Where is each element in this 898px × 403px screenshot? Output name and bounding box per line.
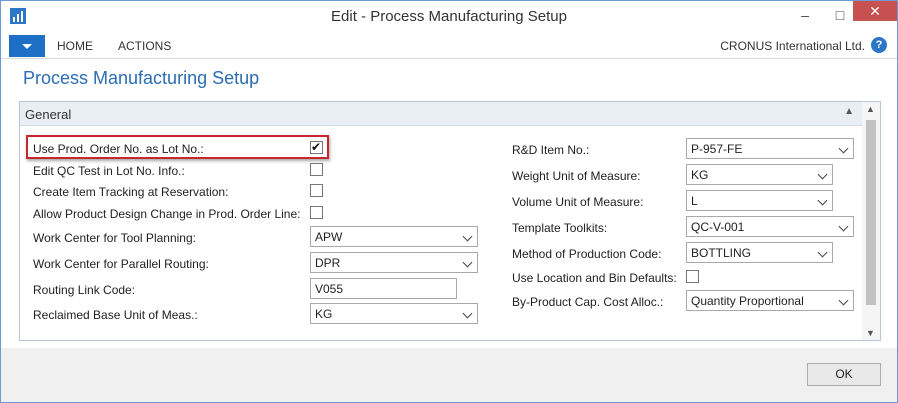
weight-uom-label: Weight Unit of Measure: <box>512 169 641 183</box>
template-toolkits-value: QC-V-001 <box>691 220 745 234</box>
chevron-down-icon <box>462 231 473 242</box>
tool-planning-value: APW <box>315 230 343 244</box>
chevron-up-icon[interactable]: ▲ <box>844 106 854 117</box>
section-header[interactable]: General ▲ <box>20 102 862 126</box>
production-method-select[interactable]: BOTTLING <box>686 242 833 263</box>
title-bar: Edit - Process Manufacturing Setup – □ ✕ <box>1 1 897 33</box>
scrollbar-thumb[interactable] <box>866 120 876 305</box>
routing-link-code-label: Routing Link Code: <box>33 283 136 297</box>
reclaimed-uom-select[interactable]: KG <box>310 303 478 324</box>
tab-home[interactable]: HOME <box>57 39 93 53</box>
close-button[interactable]: ✕ <box>853 1 897 21</box>
routing-link-code-input[interactable]: V055 <box>310 278 457 299</box>
chevron-down-icon <box>817 169 828 180</box>
volume-uom-select[interactable]: L <box>686 190 833 211</box>
maximize-button[interactable]: □ <box>827 1 853 29</box>
chevron-down-icon <box>22 43 32 49</box>
chevron-down-icon <box>462 257 473 268</box>
edit-qc-test-checkbox[interactable] <box>310 163 323 176</box>
edit-qc-test-label: Edit QC Test in Lot No. Info.: <box>33 164 185 178</box>
reclaimed-uom-value: KG <box>315 307 333 321</box>
routing-link-code-value: V055 <box>315 282 344 296</box>
reclaimed-uom-label: Reclaimed Base Unit of Meas.: <box>33 308 198 322</box>
ribbon: HOME ACTIONS CRONUS International Ltd. ? <box>1 33 897 59</box>
use-prod-order-lot-label: Use Prod. Order No. as Lot No.: <box>33 142 204 156</box>
template-toolkits-label: Template Toolkits: <box>512 221 608 235</box>
volume-uom-label: Volume Unit of Measure: <box>512 195 644 209</box>
parallel-routing-label: Work Center for Parallel Routing: <box>33 257 209 271</box>
create-item-tracking-checkbox[interactable] <box>310 184 323 197</box>
byproduct-cost-alloc-select[interactable]: Quantity Proportional <box>686 290 854 311</box>
parallel-routing-select[interactable]: DPR <box>310 252 478 273</box>
dialog-footer <box>1 348 897 402</box>
use-prod-order-lot-checkbox[interactable] <box>310 140 323 154</box>
page-title: Process Manufacturing Setup <box>23 68 260 88</box>
chevron-down-icon <box>817 195 828 206</box>
tool-planning-label: Work Center for Tool Planning: <box>33 231 196 245</box>
create-item-tracking-label: Create Item Tracking at Reservation: <box>33 185 229 199</box>
minimize-button[interactable]: – <box>783 1 827 29</box>
production-method-label: Method of Production Code: <box>512 247 662 261</box>
chevron-down-icon <box>838 143 849 154</box>
section-title: General <box>25 107 72 122</box>
location-bin-defaults-label: Use Location and Bin Defaults: <box>512 271 677 285</box>
rd-item-no-value: P-957-FE <box>691 142 743 156</box>
allow-design-change-label: Allow Product Design Change in Prod. Ord… <box>33 207 301 221</box>
production-method-value: BOTTLING <box>691 246 752 260</box>
scroll-down-icon[interactable]: ▼ <box>866 328 875 338</box>
tab-actions[interactable]: ACTIONS <box>118 39 171 53</box>
app-menu-button[interactable] <box>9 35 45 57</box>
vertical-scrollbar[interactable]: ▲ ▼ <box>862 102 880 340</box>
allow-design-change-checkbox[interactable] <box>310 206 323 219</box>
volume-uom-value: L <box>691 194 698 208</box>
chevron-down-icon <box>838 295 849 306</box>
ok-button[interactable]: OK <box>807 363 881 386</box>
byproduct-cost-alloc-label: By-Product Cap. Cost Alloc.: <box>512 295 664 309</box>
dialog-window: Edit - Process Manufacturing Setup – □ ✕… <box>0 0 898 403</box>
rd-item-no-select[interactable]: P-957-FE <box>686 138 854 159</box>
help-icon[interactable]: ? <box>871 37 887 53</box>
scroll-up-icon[interactable]: ▲ <box>866 104 875 114</box>
weight-uom-select[interactable]: KG <box>686 164 833 185</box>
template-toolkits-select[interactable]: QC-V-001 <box>686 216 854 237</box>
tool-planning-select[interactable]: APW <box>310 226 478 247</box>
byproduct-cost-alloc-value: Quantity Proportional <box>691 294 804 308</box>
company-name: CRONUS International Ltd. <box>720 39 865 53</box>
chevron-down-icon <box>462 308 473 319</box>
weight-uom-value: KG <box>691 168 709 182</box>
chevron-down-icon <box>838 221 849 232</box>
location-bin-defaults-checkbox[interactable] <box>686 270 699 283</box>
window-title: Edit - Process Manufacturing Setup <box>331 8 567 25</box>
parallel-routing-value: DPR <box>315 256 341 270</box>
chevron-down-icon <box>817 247 828 258</box>
rd-item-no-label: R&D Item No.: <box>512 143 590 157</box>
